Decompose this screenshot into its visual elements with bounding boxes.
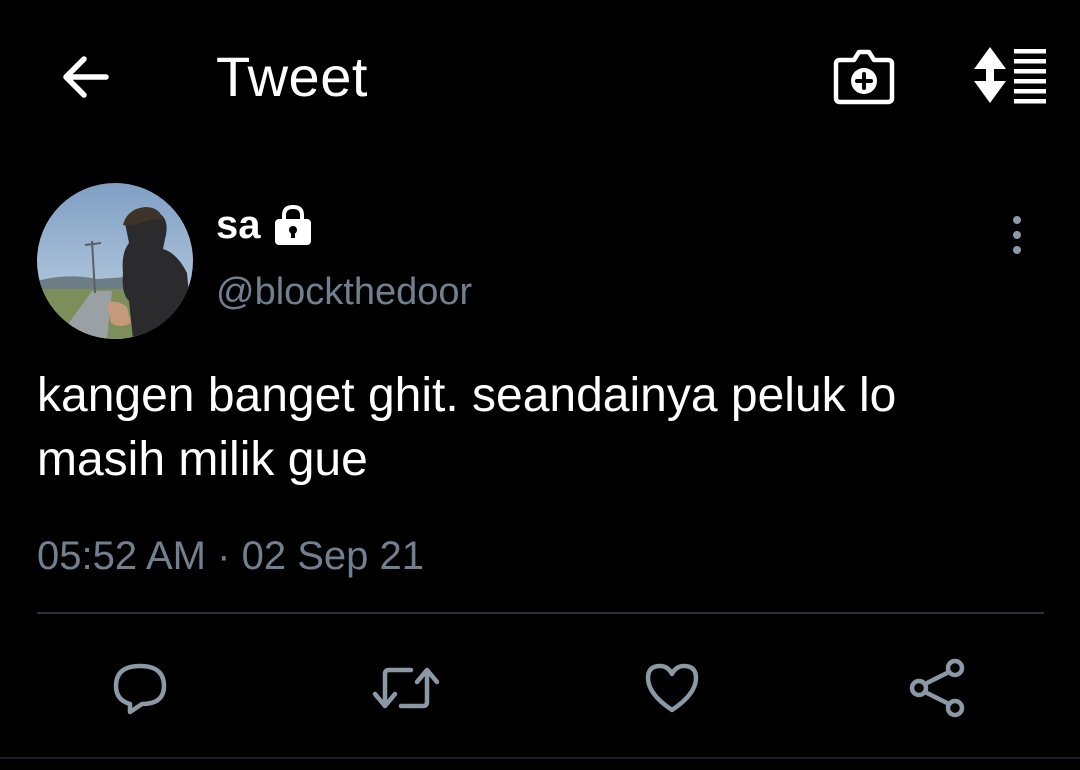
divider <box>37 612 1044 614</box>
retweet-button[interactable] <box>366 648 446 728</box>
camera-add-icon <box>833 49 895 105</box>
sort-button[interactable] <box>966 44 1050 106</box>
user-handle[interactable]: @blockthedoor <box>216 268 472 316</box>
bottom-divider <box>0 757 1080 759</box>
lock-icon <box>271 203 315 247</box>
arrow-left-icon <box>63 56 109 98</box>
avatar[interactable] <box>37 183 193 339</box>
timestamp-separator: · <box>217 534 231 578</box>
author-name-row: sa <box>216 200 315 250</box>
sort-list-icon <box>974 47 1046 104</box>
more-vertical-icon <box>1013 216 1021 254</box>
reply-icon <box>113 663 167 715</box>
share-button[interactable] <box>898 648 978 728</box>
tweet-time: 05:52 AM <box>37 534 207 578</box>
share-icon <box>909 658 965 718</box>
back-button[interactable] <box>52 48 116 106</box>
camera-button[interactable] <box>830 42 898 108</box>
tweet-date: 02 Sep 21 <box>241 534 424 578</box>
tweet-timestamp: 05:52 AM · 02 Sep 21 <box>37 530 424 582</box>
reply-button[interactable] <box>100 648 180 728</box>
top-app-bar: Tweet <box>0 0 1080 150</box>
retweet-icon <box>372 667 440 709</box>
display-name[interactable]: sa <box>216 200 261 250</box>
heart-icon <box>645 663 699 713</box>
like-button[interactable] <box>632 648 712 728</box>
page-title: Tweet <box>216 45 368 108</box>
more-options-button[interactable] <box>996 208 1038 262</box>
tweet-text: kangen banget ghit. seandainya peluk lo … <box>37 369 897 486</box>
tweet-actions <box>0 640 1080 740</box>
avatar-photo <box>37 183 193 339</box>
